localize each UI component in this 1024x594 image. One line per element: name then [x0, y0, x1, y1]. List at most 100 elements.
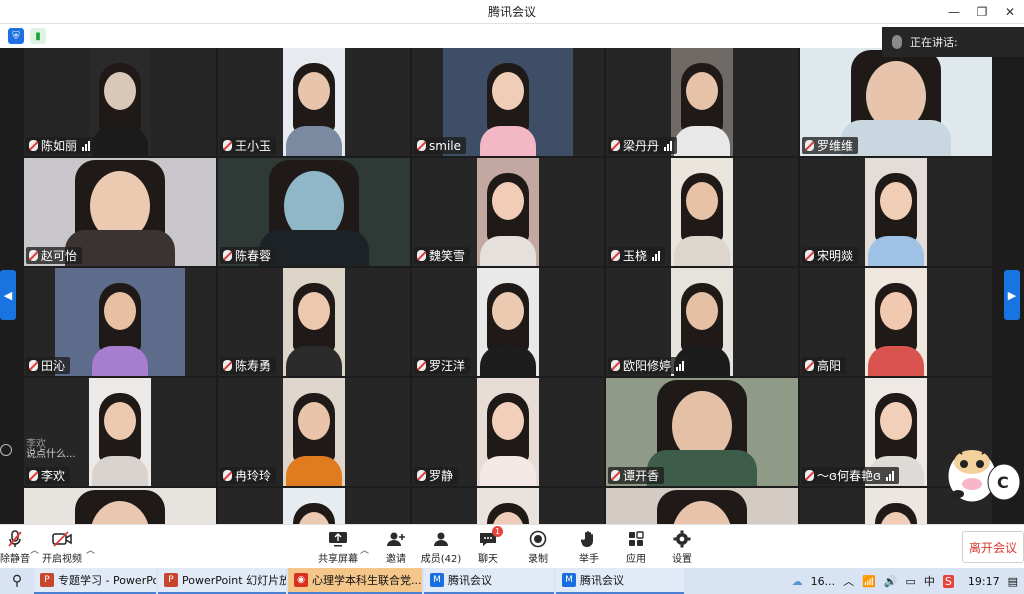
weather-text[interactable]: 16... — [811, 575, 836, 588]
start-video-label: 开启视频 — [42, 553, 82, 565]
meeting-toolbar: 除静音 ︿ 开启视频 ︿ 共享屏幕 ︿ 邀请 成员(42) 1 聊天 录制 举手… — [0, 524, 1024, 568]
taskbar-app[interactable]: ◉ 心理学本科生联合党... — [288, 568, 422, 594]
chevron-up-icon[interactable]: ︿ — [843, 573, 854, 589]
invite-button[interactable]: 邀请 — [382, 527, 410, 567]
start-video-button[interactable]: 开启视频 — [42, 527, 82, 567]
muted-microphone-icon — [417, 360, 426, 371]
members-button[interactable]: 成员(42) — [421, 527, 461, 567]
app-icon: P — [40, 573, 54, 587]
minimize-button[interactable]: — — [940, 0, 968, 24]
record-icon — [528, 530, 548, 548]
invite-label: 邀请 — [386, 553, 406, 565]
taskbar-app[interactable]: P 专题学习 - PowerPoint — [34, 568, 156, 594]
record-button[interactable]: 录制 — [526, 527, 550, 567]
signal-bars-icon — [82, 140, 91, 151]
input-method-icon[interactable]: 中 — [924, 573, 935, 589]
participant-tile[interactable]: 罗汪洋 — [412, 268, 604, 376]
taskbar-app[interactable]: M 腾讯会议 — [556, 568, 684, 594]
muted-microphone-icon — [29, 140, 38, 151]
participant-nametag: 玉桡 — [608, 247, 666, 264]
participant-video — [89, 378, 151, 486]
maximize-button[interactable]: ❐ — [968, 0, 996, 24]
share-options-chevron-icon[interactable]: ︿ — [360, 543, 369, 556]
participant-tile[interactable] — [606, 488, 798, 524]
participant-tile[interactable]: 宋明燚 — [800, 158, 992, 266]
taskbar-app[interactable]: M 腾讯会议 — [424, 568, 554, 594]
share-screen-button[interactable]: 共享屏幕 — [318, 527, 358, 567]
network-signal-icon[interactable]: ▮ — [30, 28, 46, 44]
battery-icon[interactable]: ▭ — [906, 575, 916, 588]
muted-microphone-icon — [223, 360, 232, 371]
participant-nametag: ～ɞ何春艳ɞ — [802, 467, 899, 484]
participant-tile[interactable]: 冉玲玲 — [218, 378, 410, 486]
participant-tile[interactable]: 罗静 — [412, 378, 604, 486]
participant-tile[interactable]: 王小玉 — [218, 48, 410, 156]
muted-microphone-icon — [611, 250, 620, 261]
participant-tile[interactable]: 田沁 — [24, 268, 216, 376]
emoji-icon[interactable] — [0, 444, 12, 456]
participant-name: 冉玲玲 — [235, 469, 272, 483]
chat-overlay-prompt: 说点什么... — [26, 449, 76, 460]
participant-face — [880, 401, 912, 440]
participant-body — [92, 126, 148, 156]
settings-button[interactable]: 设置 — [670, 527, 694, 567]
participant-name: 赵可怡 — [41, 249, 78, 263]
muted-microphone-icon — [611, 140, 620, 151]
unmute-button[interactable]: 除静音 — [0, 527, 30, 567]
wifi-icon[interactable]: 📶 — [862, 575, 876, 588]
next-page-arrow-icon[interactable]: ▶ — [1004, 270, 1020, 320]
volume-icon[interactable]: 🔊 — [884, 575, 898, 588]
participant-tile[interactable]: 魏笑雪 — [412, 158, 604, 266]
notification-icon[interactable]: ▤ — [1008, 575, 1018, 588]
participant-name: 陈如丽 — [41, 139, 78, 153]
participant-tile[interactable]: 欧阳修婷 — [606, 268, 798, 376]
participant-tile[interactable]: 梁丹丹 — [606, 48, 798, 156]
participant-name: 罗静 — [429, 469, 454, 483]
close-button[interactable]: ✕ — [996, 0, 1024, 24]
participant-tile[interactable]: 陈如丽 — [24, 48, 216, 156]
participant-tile[interactable]: smile — [412, 48, 604, 156]
participant-nametag: 李欢 — [26, 467, 71, 484]
participant-tile[interactable]: 高阳 — [800, 268, 992, 376]
signal-bars-icon — [885, 470, 894, 481]
weather-cloud-icon[interactable]: ☁ — [792, 575, 803, 588]
muted-microphone-icon — [223, 470, 232, 481]
participant-tile[interactable] — [24, 488, 216, 524]
chat-button[interactable]: 1 聊天 — [476, 525, 503, 567]
participant-name: 罗维维 — [817, 139, 854, 153]
apps-button[interactable]: 应用 — [624, 527, 648, 567]
participant-body — [92, 346, 148, 376]
participant-video — [283, 268, 345, 376]
audio-options-chevron-icon[interactable]: ︿ — [30, 543, 39, 556]
search-icon[interactable]: ⚲ — [0, 568, 34, 594]
participant-tile[interactable]: 陈春蓉 — [218, 158, 410, 266]
muted-microphone-icon — [417, 470, 426, 481]
participant-tile[interactable]: 赵可怡 — [24, 158, 216, 266]
participant-tile[interactable] — [412, 488, 604, 524]
muted-microphone-icon — [223, 250, 232, 261]
participant-video — [477, 158, 539, 266]
participant-tile[interactable]: 谭开香 — [606, 378, 798, 486]
raise-hand-button[interactable]: 举手 — [577, 527, 601, 567]
participant-face — [298, 71, 330, 110]
participant-nametag: 陈春蓉 — [220, 247, 277, 264]
wps-icon[interactable]: S — [942, 574, 954, 588]
participant-tile[interactable]: 玉桡 — [606, 158, 798, 266]
muted-microphone-icon — [417, 140, 426, 151]
participant-tile[interactable]: 陈寿勇 — [218, 268, 410, 376]
participant-body — [674, 236, 730, 266]
clock[interactable]: 19:17 — [968, 575, 1000, 588]
participant-nametag: 赵可怡 — [26, 247, 83, 264]
leave-meeting-button[interactable]: 离开会议 — [962, 531, 1024, 563]
participant-video — [55, 268, 185, 376]
taskbar-app[interactable]: P PowerPoint 幻灯片放... — [158, 568, 286, 594]
chat-overlay[interactable]: 李欢 说点什么... — [26, 440, 106, 460]
video-options-chevron-icon[interactable]: ︿ — [86, 543, 95, 556]
video-off-icon — [52, 530, 72, 548]
participant-tile[interactable]: 李欢 — [24, 378, 216, 486]
muted-microphone-icon — [805, 470, 814, 481]
previous-page-arrow-icon[interactable]: ◀ — [0, 270, 16, 320]
participant-tile[interactable] — [218, 488, 410, 524]
security-shield-icon[interactable]: ⛨ — [8, 28, 24, 44]
participant-tile[interactable]: 罗维维 — [800, 48, 992, 156]
